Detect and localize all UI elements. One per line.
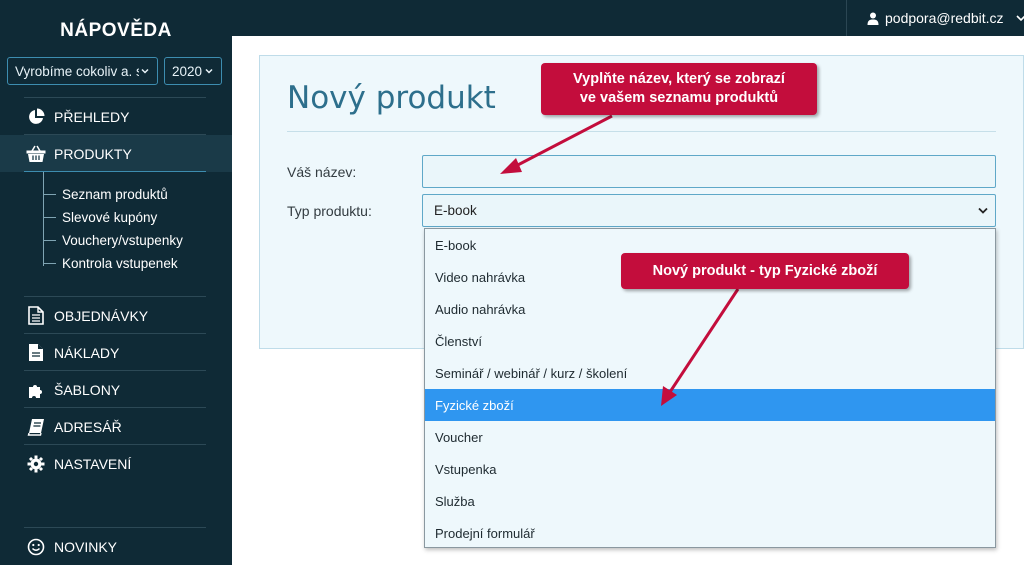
book-icon — [26, 417, 46, 437]
type-hint-callout: Nový produkt - typ Fyzické zboží — [621, 253, 909, 289]
user-menu[interactable]: podpora@redbit.cz — [846, 0, 1024, 36]
gear-icon — [26, 454, 46, 474]
subitem-label: Seznam produktů — [62, 187, 168, 202]
subitem-label: Kontrola vstupenek — [62, 256, 178, 271]
smiley-icon — [26, 537, 46, 557]
subitem-kontrola-vstupenek[interactable]: Kontrola vstupenek — [43, 252, 178, 275]
pie-chart-icon — [26, 107, 46, 127]
option-voucher[interactable]: Voucher — [425, 421, 995, 453]
subitem-slevove-kupony[interactable]: Slevové kupóny — [43, 206, 157, 229]
subitem-vouchery[interactable]: Vouchery/vstupenky — [43, 229, 183, 252]
sidebar-item-label: PRODUKTY — [54, 145, 132, 162]
sidebar-brand: NÁPOVĚDA — [60, 20, 172, 41]
product-name-input[interactable] — [422, 155, 996, 188]
basket-icon — [26, 144, 46, 164]
option-clenstvi[interactable]: Členství — [425, 325, 995, 357]
option-sluzba[interactable]: Služba — [425, 485, 995, 517]
year-select[interactable]: 2020 — [164, 57, 222, 85]
name-hint-callout: Vyplňte název, který se zobrazí ve vašem… — [541, 63, 817, 115]
option-seminar[interactable]: Seminář / webinář / kurz / školení — [425, 357, 995, 389]
sidebar-item-naklady[interactable]: NÁKLADY — [0, 334, 232, 371]
name-hint-line1: Vyplňte název, který se zobrazí — [573, 71, 785, 87]
subitem-seznam-produktu[interactable]: Seznam produktů — [43, 183, 168, 206]
sidebar-item-prehledy[interactable]: PŘEHLEDY — [0, 98, 232, 135]
sidebar-item-label: ŠABLONY — [54, 381, 121, 398]
sidebar: NÁPOVĚDA Vyrobíme cokoliv a. s 2020 PŘEH… — [0, 0, 232, 565]
year-select-value: 2020 — [172, 63, 203, 79]
file-icon — [26, 343, 46, 363]
document-icon — [26, 306, 46, 326]
sidebar-item-label: NÁKLADY — [54, 344, 120, 361]
sidebar-item-nastaveni[interactable]: NASTAVENÍ — [0, 445, 232, 482]
product-type-value: E-book — [434, 203, 477, 218]
name-label: Váš název: — [287, 164, 357, 180]
sidebar-item-label: PŘEHLEDY — [54, 108, 130, 125]
option-audio-nahravka[interactable]: Audio nahrávka — [425, 293, 995, 325]
chevron-down-icon — [139, 65, 151, 77]
sidebar-item-label: NOVINKY — [54, 538, 118, 555]
product-type-select[interactable]: E-book — [422, 194, 996, 227]
subitem-label: Slevové kupóny — [62, 210, 158, 225]
sidebar-item-label: ADRESÁŘ — [54, 418, 122, 435]
sidebar-item-produkty[interactable]: PRODUKTY — [0, 135, 232, 172]
active-underline — [24, 171, 206, 172]
sidebar-item-novinky[interactable]: NOVINKY — [0, 528, 232, 565]
sidebar-item-objednavky[interactable]: OBJEDNÁVKY — [0, 297, 232, 334]
chevron-down-icon — [978, 207, 988, 214]
company-select-value: Vyrobíme cokoliv a. s — [15, 63, 143, 79]
chevron-down-icon — [1015, 14, 1024, 21]
subitem-label: Vouchery/vstupenky — [62, 233, 183, 248]
company-select[interactable]: Vyrobíme cokoliv a. s — [7, 57, 158, 85]
chevron-down-icon — [205, 68, 213, 74]
name-hint-line2: ve vašem seznamu produktů — [579, 90, 779, 106]
page-title: Nový produkt — [287, 80, 496, 116]
sidebar-item-adresar[interactable]: ADRESÁŘ — [0, 408, 232, 445]
user-icon — [867, 12, 879, 25]
title-divider — [287, 131, 996, 132]
sidebar-item-sablony[interactable]: ŠABLONY — [0, 371, 232, 408]
option-prodejni-formular[interactable]: Prodejní formulář — [425, 517, 995, 549]
option-fyzicke-zbozi[interactable]: Fyzické zboží — [425, 389, 995, 421]
puzzle-icon — [26, 380, 46, 400]
sidebar-item-label: OBJEDNÁVKY — [54, 307, 149, 324]
option-vstupenka[interactable]: Vstupenka — [425, 453, 995, 485]
sidebar-item-label: NASTAVENÍ — [54, 455, 132, 472]
user-email: podpora@redbit.cz — [885, 10, 1004, 26]
type-label: Typ produktu: — [287, 203, 372, 219]
